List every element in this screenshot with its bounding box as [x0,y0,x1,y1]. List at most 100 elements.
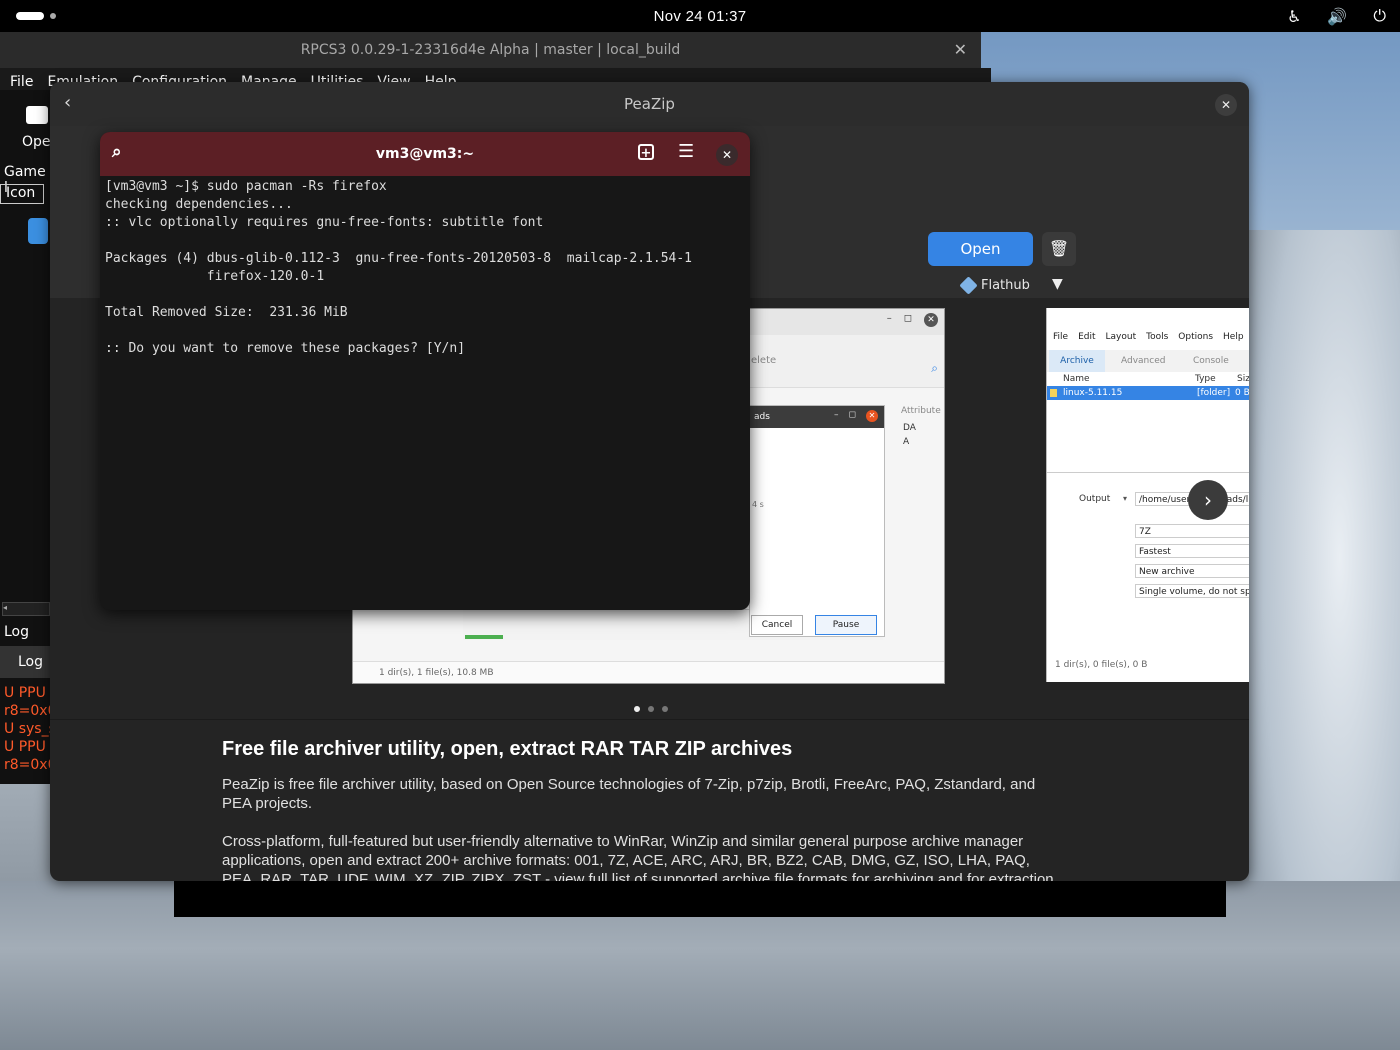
delete-label: elete [751,355,777,366]
rpcs3-title: RPCS3 0.0.29-1-23316d4e Alpha | master |… [300,42,681,58]
attribute-values: DA A [903,421,916,449]
terminal-title: vm3@vm3:~ [375,146,475,162]
close-icon[interactable]: ✕ [1215,94,1237,116]
attribute-value: A [903,437,910,447]
menu-item: Help [1223,332,1244,342]
close-icon[interactable]: ✕ [716,144,738,166]
game-icon[interactable] [28,218,48,244]
description-heading: Free file archiver utility, open, extrac… [222,738,793,760]
chevron-down-icon[interactable]: ▼ [1052,276,1063,292]
maximize-icon: ◻ [848,410,856,420]
attribute-header: Attribute [901,406,941,416]
chevron-down-icon: ▾ [1123,494,1128,503]
screenshot-tabs: Archive Advanced Console [1047,350,1249,372]
description-paragraph: Cross-platform, full-featured but user-f… [222,833,1058,881]
archive-name-field: New archive [1135,564,1249,578]
window-controls: – ◻ ✕ [887,313,938,327]
menu-item: Layout [1105,332,1137,342]
dialog-controls: – ◻ ✕ [834,410,878,422]
divider [50,719,1249,720]
log-lines: U PPU r8=0x0 U sys_s U PPU r8=0x0 [4,684,57,774]
power-icon[interactable]: ⏻ [1373,6,1386,26]
hamburger-menu-icon[interactable]: ☰ [678,141,694,162]
menu-item: Tools [1146,332,1169,342]
tab-archive: Archive [1049,350,1105,372]
menu-item: File [1053,332,1069,342]
carousel-dot-active[interactable] [634,706,640,712]
log-line: U sys_s [4,721,56,737]
volume-field: Single volume, do not spl [1135,584,1249,598]
close-icon: ✕ [924,313,938,327]
next-screenshot-button[interactable]: › [1188,480,1228,520]
progress-dialog: ads – ◻ ✕ 4 s [749,405,885,637]
dialog-side-text: 4 s [752,500,764,509]
carousel-dot[interactable] [648,706,654,712]
row-size: 0 B [1235,388,1249,398]
software-headerbar[interactable]: ‹ PeaZip ✕ [50,82,1249,126]
open-button[interactable]: Open [928,232,1033,266]
format-field: 7Z [1135,524,1249,538]
column-type: Type [1195,374,1216,384]
column-name: Name [1063,374,1090,384]
screenshot-menubar: File Edit Layout Tools Options Help [1053,332,1244,342]
trash-icon: 🗑 [1048,241,1070,258]
menu-item: Edit [1078,332,1096,342]
app-description: Free file archiver utility, open, extrac… [222,738,1062,881]
column-headers: Name Type Siz [1047,374,1249,386]
rpcs3-titlebar[interactable]: RPCS3 0.0.29-1-23316d4e Alpha | master |… [0,32,981,68]
flathub-icon [959,276,978,295]
open-label[interactable]: Ope [22,134,51,150]
row-name: linux-5.11.15 [1063,388,1123,398]
minimize-icon: – [834,410,839,420]
log-line: r8=0x0 [4,703,57,719]
terminal-headerbar[interactable]: ⌕ vm3@vm3:~ + ☰ ✕ [100,132,750,176]
close-icon: ✕ [866,410,878,422]
output-label: Output [1079,494,1111,504]
table-row: linux-5.11.15 [folder] 0 B [1047,386,1249,400]
status-bar: 1 dir(s), 0 file(s), 0 B [1055,660,1148,670]
tab-advanced: Advanced [1121,356,1166,366]
search-icon[interactable]: ⌕ [112,142,122,162]
accessibility-icon[interactable]: ♿ [1287,7,1301,26]
log-line: U PPU [4,685,46,701]
source-selector[interactable]: Flathub [959,276,1030,295]
level-field: Fastest [1135,544,1249,558]
icon-column-header[interactable]: Icon [0,184,44,204]
terminal-window[interactable]: ⌕ vm3@vm3:~ + ☰ ✕ [vm3@vm3 ~]$ sudo pacm… [100,132,750,610]
row-type: [folder] [1197,388,1231,398]
divider [1047,472,1249,473]
workspace-indicator-active [16,12,44,20]
carousel-indicators [634,706,668,712]
log-header: Log [4,624,30,640]
log-tab[interactable]: Log [0,646,50,678]
description-paragraph: PeaZip is free file archiver utility, ba… [222,776,1036,812]
column-size: Siz [1237,374,1249,384]
volume-icon[interactable]: 🔊 [1327,7,1347,26]
status-bar: 1 dir(s), 1 file(s), 10.8 MB [353,661,944,683]
folder-icon [1050,389,1057,397]
camera-icon[interactable] [26,106,48,124]
close-icon[interactable]: ✕ [954,40,967,59]
horizontal-scrollbar[interactable]: ◂ [2,602,50,616]
menu-file[interactable]: File [10,74,33,90]
carousel-dot[interactable] [662,706,668,712]
top-bar: Nov 24 01:37 ♿ 🔊 ⏻ [0,0,1400,32]
tab-console: Console [1193,356,1229,366]
chevron-right-icon: › [1204,488,1212,512]
log-line: U PPU [4,739,46,755]
clock[interactable]: Nov 24 01:37 [654,8,747,25]
uninstall-button[interactable]: 🗑 [1042,232,1076,266]
menu-item: Options [1178,332,1214,342]
background-window-edge [174,881,1226,917]
new-tab-icon[interactable]: + [638,144,654,161]
activities-button[interactable] [16,12,56,20]
pause-button: Pause [815,615,877,635]
system-tray[interactable]: ♿ 🔊 ⏻ [1287,6,1386,26]
maximize-icon: ◻ [903,313,912,324]
progress-bar [465,635,503,639]
back-icon[interactable]: ‹ [64,92,71,113]
log-line: r8=0x0 [4,757,57,773]
workspace-indicator [50,13,56,19]
rpcs3-sidebar: Ope Game l Icon ◂ Log Log U PPU r8=0x0 U… [0,90,57,784]
terminal-output[interactable]: [vm3@vm3 ~]$ sudo pacman -Rs firefox che… [105,178,745,604]
